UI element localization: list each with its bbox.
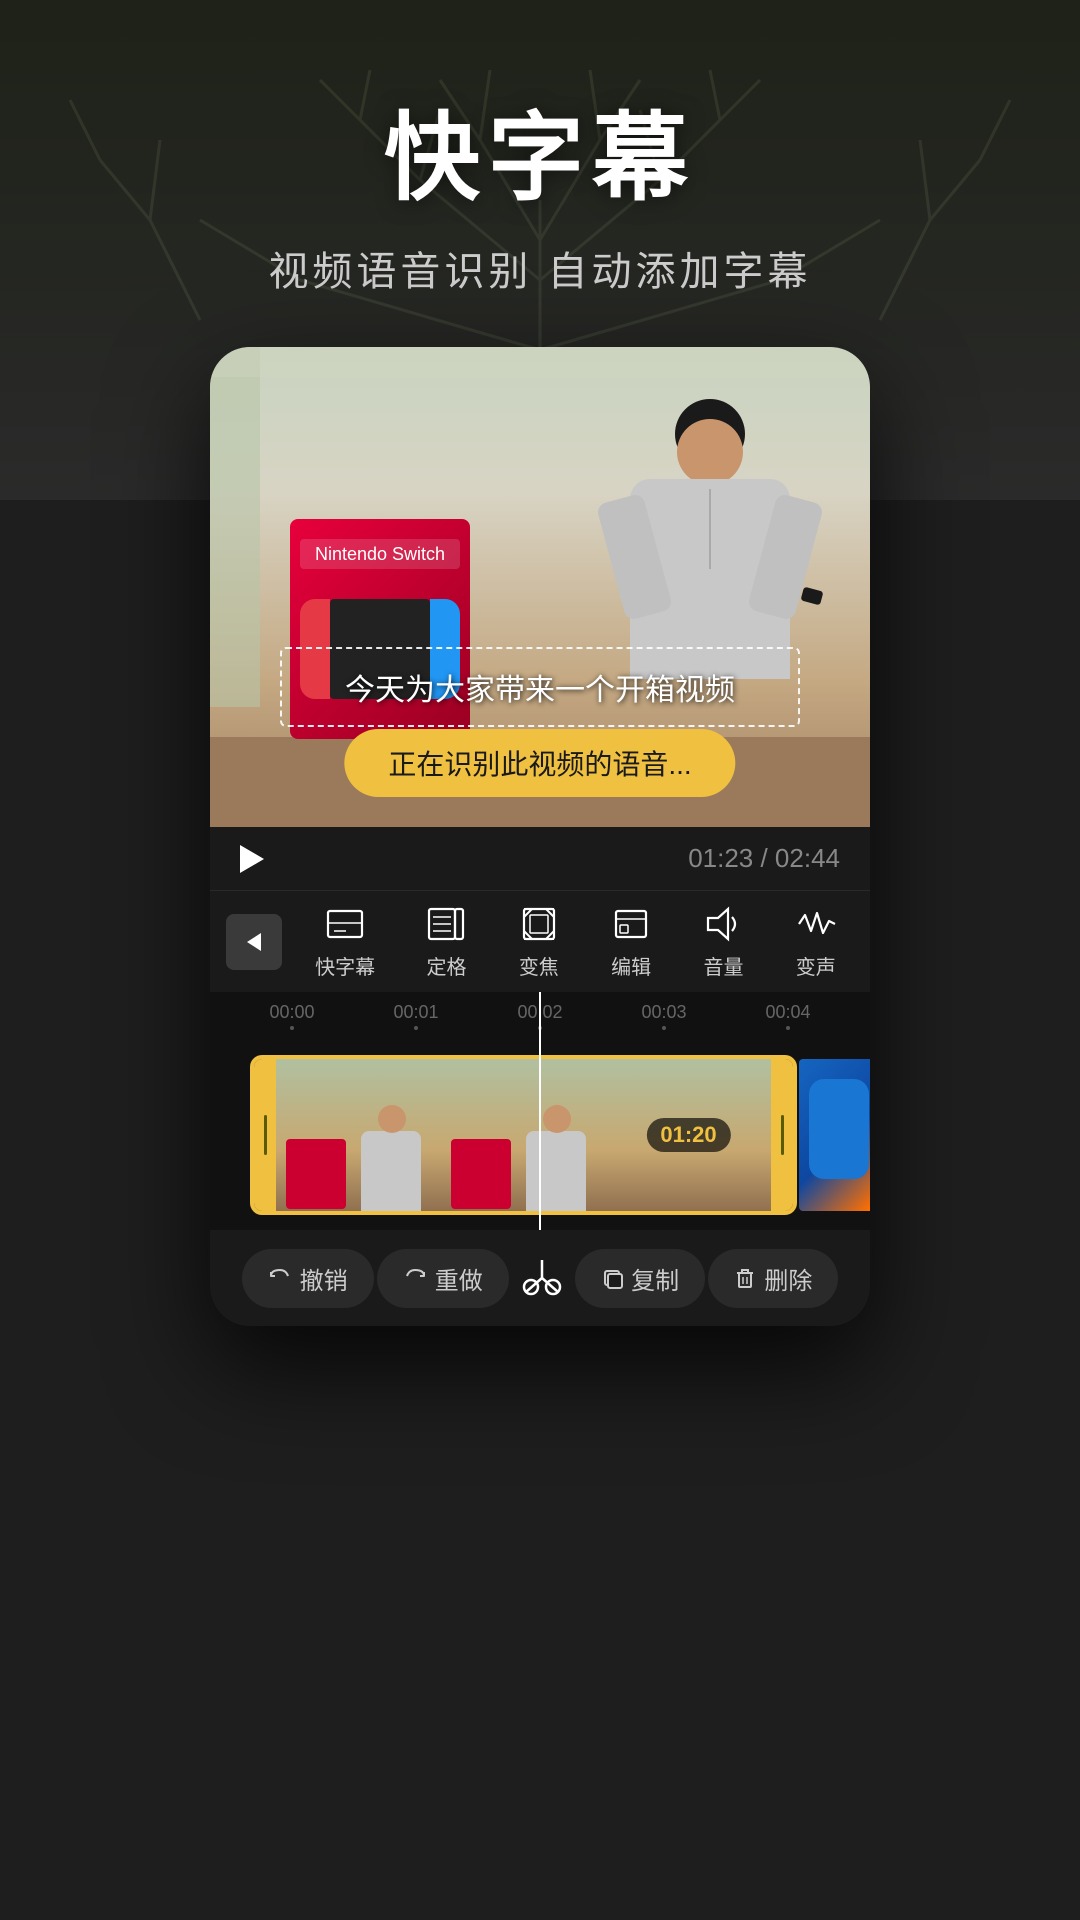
main-content: 快字幕 视频语音识别 自动添加字幕 Nintendo Switch <box>0 0 1080 1920</box>
timeline-ruler: 00:00 00:01 00:02 00:03 <box>210 992 870 1040</box>
video-frame: Nintendo Switch <box>210 347 870 827</box>
scissors-icon <box>518 1254 566 1302</box>
subtitle-dashed-box[interactable]: 今天为大家带来一个开箱视频 <box>280 647 800 727</box>
ruler-mark-0: 00:00 <box>269 1002 314 1030</box>
ruler-cursor <box>539 992 541 1040</box>
clip-thumb-2 <box>441 1059 606 1211</box>
undo-button[interactable]: 撤销 <box>242 1249 374 1308</box>
tool-bianji[interactable]: 编辑 <box>610 903 652 980</box>
kuzimu-icon <box>324 903 366 945</box>
wall-top <box>210 347 870 377</box>
dingge-icon <box>425 903 467 945</box>
joycon-thumb-1: Con <box>799 1059 870 1211</box>
bianji-icon <box>610 903 652 945</box>
clip-handle-right[interactable] <box>771 1059 793 1211</box>
redo-button[interactable]: 重做 <box>377 1249 509 1308</box>
tool-dingge[interactable]: 定格 <box>425 903 467 980</box>
selected-clip[interactable]: 01:20 <box>250 1055 797 1215</box>
tool-bianseng[interactable]: 变声 <box>795 903 837 980</box>
copy-label: 复制 <box>631 1261 679 1296</box>
yinliang-icon <box>702 903 744 945</box>
dingge-label: 定格 <box>426 951 466 980</box>
clip-thumb-3: 01:20 <box>606 1059 771 1211</box>
undo-label: 撤销 <box>300 1261 348 1296</box>
clip-handle-left[interactable] <box>254 1059 276 1211</box>
recognition-bubble: 正在识别此视频的语音... <box>344 729 735 797</box>
redo-icon <box>403 1266 427 1290</box>
wall-left <box>210 347 260 707</box>
copy-button[interactable]: 复制 <box>575 1249 705 1308</box>
tool-kuzimu[interactable]: 快字幕 <box>315 903 375 980</box>
bianji-label: 编辑 <box>611 951 651 980</box>
kuzimu-label: 快字幕 <box>315 951 375 980</box>
header-section: 快字幕 视频语音识别 自动添加字幕 <box>268 80 811 297</box>
bianseng-label: 变声 <box>796 951 836 980</box>
unselected-clip-1[interactable]: Con <box>799 1059 870 1211</box>
handle-grip-right <box>781 1115 784 1155</box>
ruler-mark-4: 00:04 <box>765 1002 810 1030</box>
delete-label: 删除 <box>764 1261 812 1296</box>
tool-items: 快字幕 定格 <box>282 903 870 980</box>
yinliang-label: 音量 <box>703 951 743 980</box>
clip-thumb-1 <box>276 1059 441 1211</box>
bianjiao-label: 变焦 <box>519 951 559 980</box>
phone-mockup: Nintendo Switch <box>210 347 870 1326</box>
app-title: 快字幕 <box>268 80 811 219</box>
bianjiao-icon <box>518 903 560 945</box>
delete-button[interactable]: 删除 <box>708 1249 838 1308</box>
time-display: 01:23 / 02:44 <box>688 843 840 874</box>
app-subtitle: 视频语音识别 自动添加字幕 <box>268 239 811 297</box>
bianseng-icon <box>795 903 837 945</box>
handle-grip <box>264 1115 267 1155</box>
video-subtitle-text: 今天为大家带来一个开箱视频 <box>345 674 735 707</box>
undo-icon <box>268 1266 292 1290</box>
delete-icon <box>734 1267 756 1289</box>
back-arrow-icon <box>247 933 261 951</box>
player-bar: 01:23 / 02:44 <box>210 827 870 890</box>
bottom-toolbar: 撤销 重做 <box>210 1230 870 1326</box>
cut-button[interactable] <box>512 1248 572 1308</box>
back-button[interactable] <box>226 914 282 970</box>
ruler-mark-3: 00:03 <box>641 1002 686 1030</box>
recognition-status-text: 正在识别此视频的语音... <box>388 749 691 780</box>
full-page: 快字幕 视频语音识别 自动添加字幕 Nintendo Switch <box>0 0 1080 1920</box>
copy-icon <box>601 1267 623 1289</box>
redo-label: 重做 <box>435 1261 483 1296</box>
clip-time-badge: 01:20 <box>646 1118 730 1152</box>
tool-bianjiao[interactable]: 变焦 <box>518 903 560 980</box>
ruler-mark-1: 00:01 <box>393 1002 438 1030</box>
toolbar: 快字幕 定格 <box>210 890 870 992</box>
playhead-line <box>539 1040 541 1230</box>
play-button[interactable] <box>240 845 264 873</box>
timeline-area[interactable]: 01:20 <box>210 1040 870 1230</box>
tool-yinliang[interactable]: 音量 <box>702 903 744 980</box>
